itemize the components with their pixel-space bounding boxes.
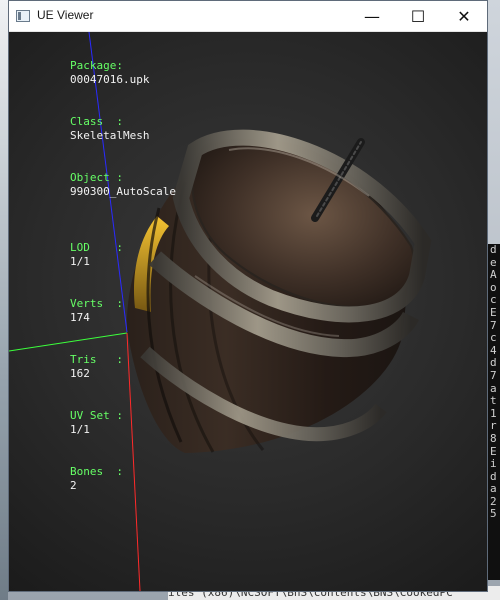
hud-object-row: Object : 990300_AutoScale (17, 157, 176, 213)
hud-package-label: Package: (69, 59, 123, 72)
hud-bones-value: 2 (69, 479, 77, 492)
background-console-line: i (490, 457, 497, 471)
minimize-button[interactable]: — (349, 1, 395, 31)
hud-lod-label: LOD : (69, 241, 123, 254)
hud-object-value: 990300_AutoScale (69, 185, 176, 198)
background-console-line: 7 (490, 368, 497, 382)
hud-uvset-value: 1/1 (69, 423, 90, 436)
background-console-line: d (490, 244, 497, 256)
hud-object-label: Object : (69, 171, 123, 184)
hud-uvset-label: UV Set : (69, 409, 123, 422)
background-console-line: 5 (490, 507, 497, 521)
app-icon (16, 10, 30, 22)
background-console-line: a (490, 482, 497, 496)
hud-class-row: Class : SkeletalMesh (17, 101, 176, 157)
hud-class-label: Class : (69, 115, 123, 128)
3d-viewport[interactable]: Package: 00047016.upk Class : SkeletalMe… (9, 32, 487, 591)
minimize-icon: — (364, 6, 380, 26)
ue-viewer-window: UE Viewer — ☐ ✕ Package: 00047016.upk Cl… (8, 0, 488, 592)
hud-verts-row: Verts : 174 (17, 283, 176, 339)
hud-package-value: 00047016.upk (69, 73, 150, 86)
title-bar[interactable]: UE Viewer — ☐ ✕ (9, 1, 487, 32)
background-console-line: c (490, 331, 497, 345)
background-console-line: 8 (490, 431, 497, 445)
window-title: UE Viewer (37, 8, 94, 22)
background-console: deAocE7c4d7at1r8Eida25 (488, 244, 500, 580)
close-button[interactable]: ✕ (441, 1, 487, 31)
hud-tris-label: Tris : (69, 353, 123, 366)
hud-verts-label: Verts : (69, 297, 123, 310)
hud-overlay: Package: 00047016.upk Class : SkeletalMe… (17, 45, 176, 507)
background-window-edge (0, 0, 8, 600)
hud-verts-value: 174 (69, 311, 90, 324)
hud-lod-value: 1/1 (69, 255, 90, 268)
background-console-line: A (490, 268, 497, 282)
maximize-icon: ☐ (410, 6, 426, 26)
hud-uvset-row: UV Set : 1/1 (17, 395, 176, 451)
hud-package-row: Package: 00047016.upk (17, 45, 176, 101)
close-icon: ✕ (457, 6, 471, 26)
maximize-button[interactable]: ☐ (395, 1, 441, 31)
hud-tris-value: 162 (69, 367, 90, 380)
background-console-line: t (490, 394, 497, 408)
hud-class-value: SkeletalMesh (69, 129, 150, 142)
hud-spacer (17, 213, 176, 227)
hud-bones-label: Bones : (69, 465, 123, 478)
hud-bones-row: Bones : 2 (17, 451, 176, 507)
hud-tris-row: Tris : 162 (17, 339, 176, 395)
background-console-line: E (490, 305, 497, 319)
window-controls: — ☐ ✕ (349, 1, 487, 31)
hud-lod-row: LOD : 1/1 (17, 227, 176, 283)
